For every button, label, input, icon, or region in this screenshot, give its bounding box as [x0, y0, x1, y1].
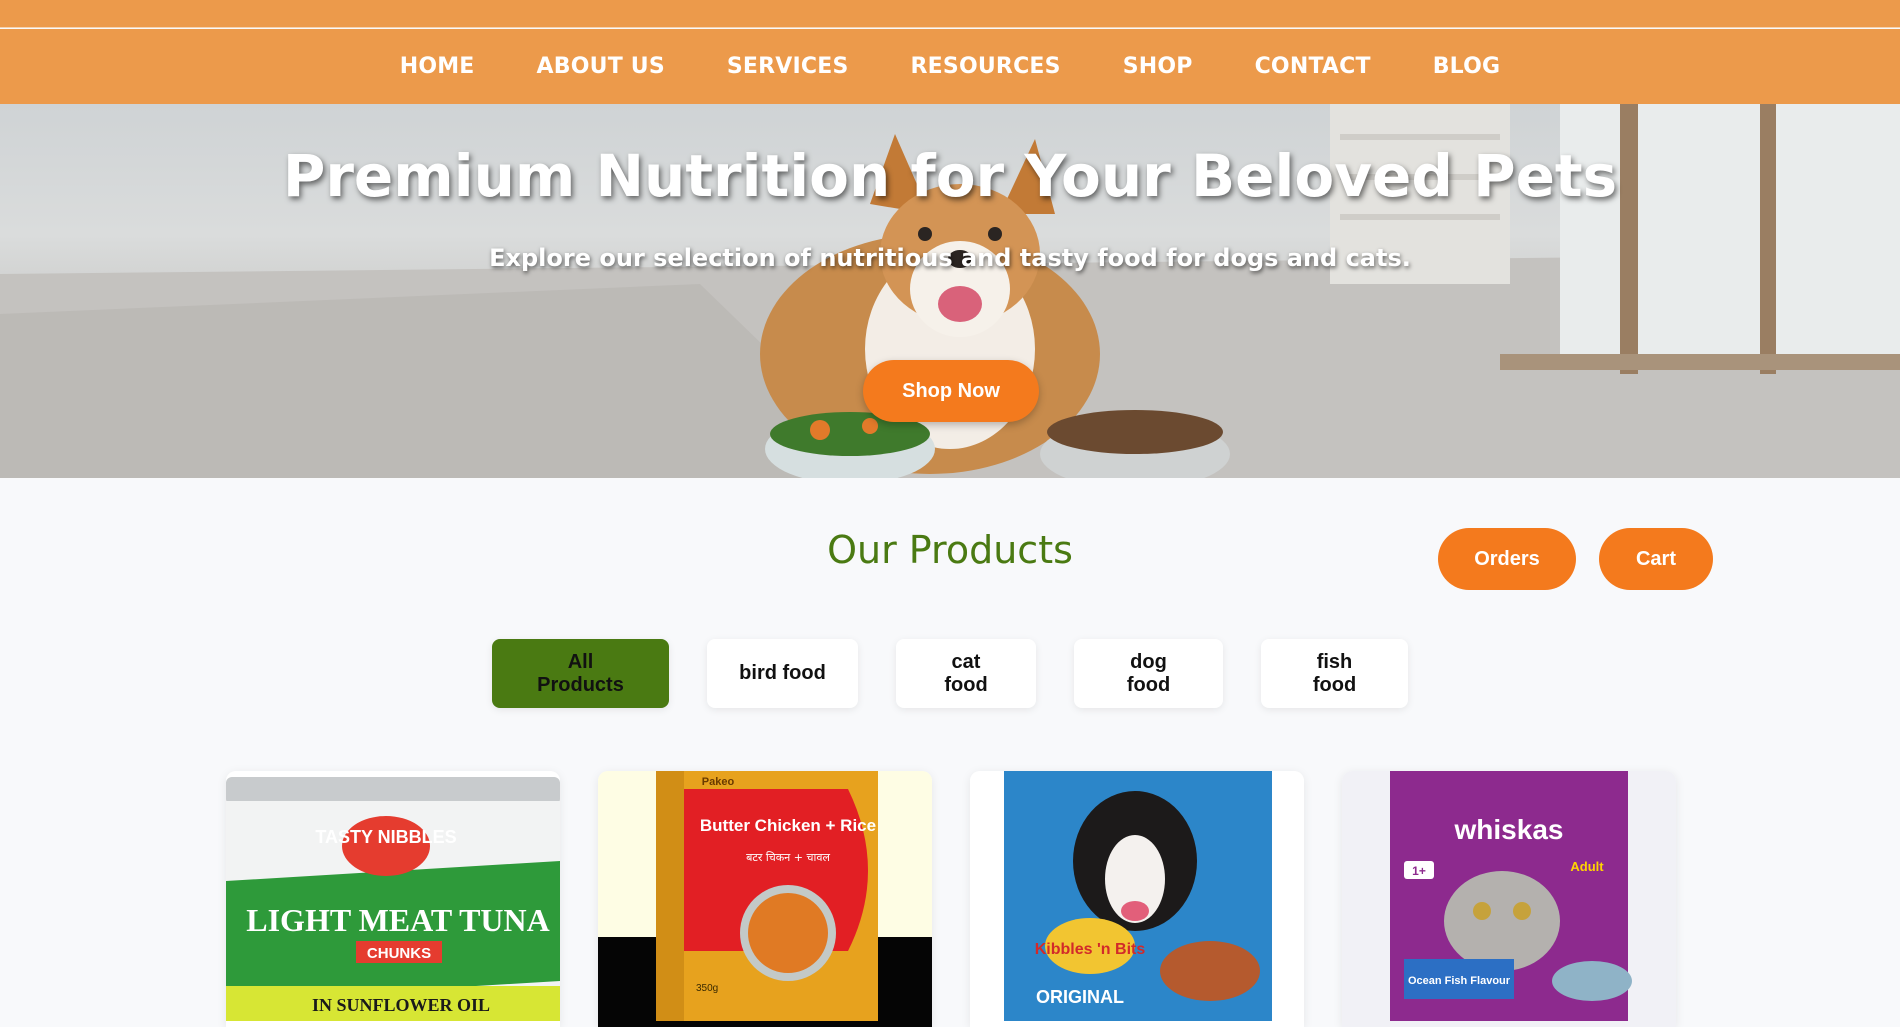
nav-about-us[interactable]: ABOUT US — [537, 54, 665, 79]
product-card-whiskas[interactable]: whiskas 1+ Adult Ocean Fish Flavour — [1342, 771, 1676, 1027]
product-brand: Kibbles 'n Bits — [1035, 941, 1146, 958]
filter-bird-food[interactable]: bird food — [707, 639, 858, 708]
product-name: Butter Chicken + Rice — [700, 816, 876, 835]
product-card-tuna[interactable]: TASTY NIBBLES LIGHT MEAT TUNA CHUNKS IN … — [226, 771, 560, 1027]
nav-home[interactable]: HOME — [400, 54, 475, 79]
product-line: IN SUNFLOWER OIL — [312, 995, 490, 1015]
product-card-butter-chicken[interactable]: Butter Chicken + Rice बटर चिकन + चावल Pa… — [598, 771, 932, 1027]
main-nav: HOME ABOUT US SERVICES RESOURCES SHOP CO… — [0, 29, 1900, 104]
category-filters: All Products bird food cat food dog food… — [0, 639, 1900, 708]
orders-button[interactable]: Orders — [1438, 528, 1576, 590]
nav-contact[interactable]: CONTACT — [1255, 54, 1371, 79]
product-tag: बटर चिकन + चावल — [746, 851, 830, 864]
hero-title: Premium Nutrition for Your Beloved Pets — [282, 142, 1618, 210]
product-line: 350g — [696, 983, 718, 994]
product-tag: CHUNKS — [367, 945, 431, 962]
shop-now-button[interactable]: Shop Now — [863, 360, 1039, 422]
hero-banner: Premium Nutrition for Your Beloved Pets … — [0, 104, 1900, 478]
product-brand: TASTY NIBBLES — [315, 827, 456, 847]
filter-all-products[interactable]: All Products — [492, 639, 669, 708]
product-grid: TASTY NIBBLES LIGHT MEAT TUNA CHUNKS IN … — [226, 771, 1676, 1027]
filter-dog-food[interactable]: dog food — [1074, 639, 1223, 708]
cart-button[interactable]: Cart — [1599, 528, 1713, 590]
product-tag: Adult — [1570, 859, 1604, 874]
filter-fish-food[interactable]: fish food — [1261, 639, 1408, 708]
product-brand: whiskas — [1454, 814, 1564, 845]
filter-cat-food[interactable]: cat food — [896, 639, 1036, 708]
product-name: Ocean Fish Flavour — [1408, 975, 1511, 987]
top-strip — [0, 0, 1900, 28]
cat-food-bag-image: whiskas 1+ Adult Ocean Fish Flavour — [1342, 771, 1676, 1027]
nav-shop[interactable]: SHOP — [1123, 54, 1193, 79]
nav-resources[interactable]: RESOURCES — [911, 54, 1061, 79]
product-card-kibbles[interactable]: Kibbles 'n Bits ORIGINAL — [970, 771, 1304, 1027]
dog-food-bag-image: Kibbles 'n Bits ORIGINAL — [970, 771, 1304, 1027]
hero-subtitle: Explore our selection of nutritious and … — [489, 244, 1411, 272]
product-line: 1+ — [1412, 864, 1426, 878]
nav-blog[interactable]: BLOG — [1433, 54, 1501, 79]
product-name: ORIGINAL — [1036, 987, 1124, 1007]
nav-services[interactable]: SERVICES — [727, 54, 849, 79]
product-brand: Pakeo — [702, 776, 735, 788]
tuna-can-image: TASTY NIBBLES LIGHT MEAT TUNA CHUNKS IN … — [226, 771, 560, 1027]
butter-chicken-box-image: Butter Chicken + Rice बटर चिकन + चावल Pa… — [598, 771, 932, 1027]
product-name: LIGHT MEAT TUNA — [246, 902, 549, 938]
